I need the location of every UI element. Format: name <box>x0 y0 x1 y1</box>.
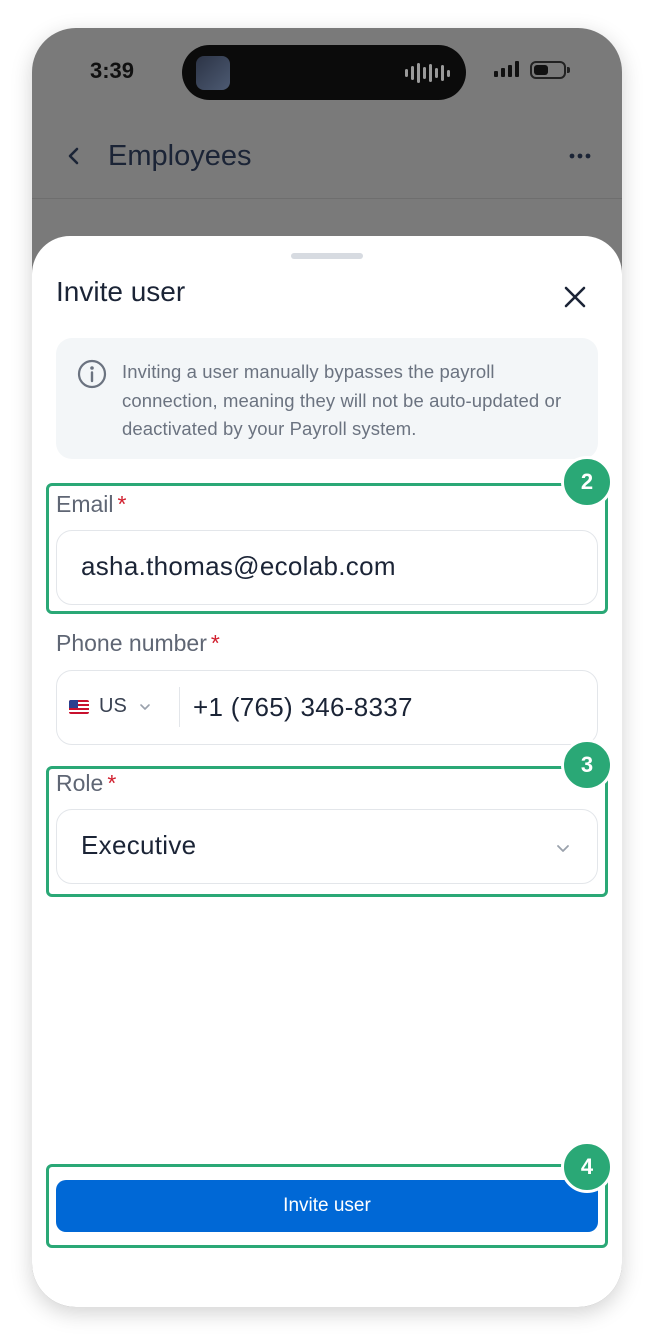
phone-field[interactable]: US +1 (765) 346-8337 <box>56 670 598 745</box>
invite-button-highlight <box>46 1164 608 1248</box>
sheet-grabber[interactable] <box>291 253 363 259</box>
country-code: US <box>99 695 127 717</box>
required-mark: * <box>210 630 220 656</box>
now-playing-artwork <box>196 56 230 90</box>
annotation-badge-3: 3 <box>561 739 613 791</box>
annotation-badge-4: 4 <box>561 1141 613 1193</box>
phone-label: Phone number * <box>56 630 220 656</box>
cellular-signal-icon <box>494 61 519 77</box>
audio-waveform-icon <box>405 63 450 83</box>
dynamic-island <box>182 45 466 100</box>
payroll-notice: Inviting a user manually bypasses the pa… <box>56 338 598 459</box>
email-highlight <box>46 483 608 614</box>
close-button[interactable] <box>560 282 590 312</box>
back-icon[interactable] <box>62 144 86 168</box>
notice-text: Inviting a user manually bypasses the pa… <box>122 361 562 439</box>
sheet-title: Invite user <box>56 276 186 307</box>
phone-value: +1 (765) 346-8337 <box>193 692 413 722</box>
country-divider <box>179 687 180 727</box>
background-page-title: Employees <box>108 140 252 172</box>
us-flag-icon <box>69 699 89 714</box>
annotation-badge-2: 2 <box>561 456 613 508</box>
status-time: 3:39 <box>90 58 135 83</box>
role-highlight <box>46 766 608 897</box>
close-icon <box>564 286 586 308</box>
country-code-select[interactable]: US <box>69 695 153 718</box>
chevron-down-icon <box>139 703 150 710</box>
phone-frame: 3:39 Employees Invite user Inviting a us… <box>32 28 622 1307</box>
info-icon <box>77 359 107 389</box>
battery-icon <box>530 61 570 79</box>
header-divider <box>32 198 622 199</box>
more-icon[interactable] <box>568 144 592 168</box>
